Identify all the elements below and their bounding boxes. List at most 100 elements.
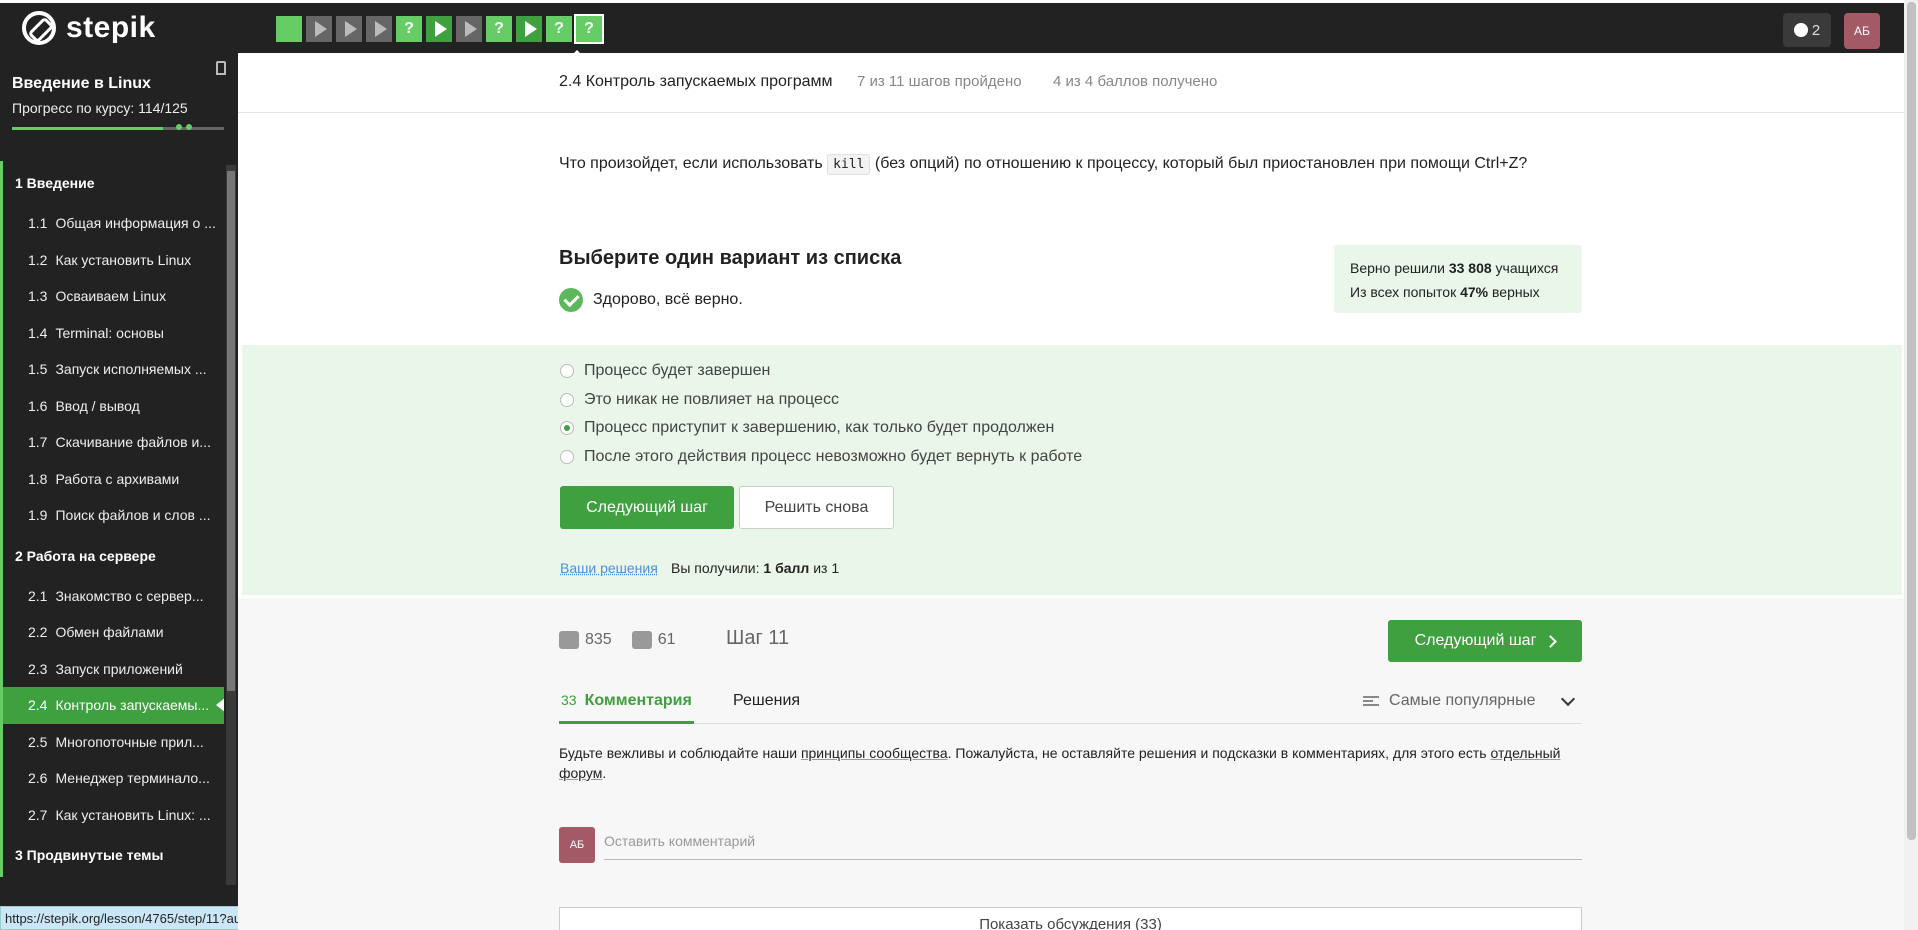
- lesson-header: 2.4 Контроль запускаемых программ 7 из 1…: [238, 53, 1904, 113]
- code-kill: kill: [827, 154, 870, 175]
- play-icon: [315, 21, 327, 37]
- option-1[interactable]: Процесс будет завершен: [560, 362, 770, 380]
- lesson-1-7[interactable]: 1.7 Скачивание файлов и...: [0, 424, 224, 461]
- course-progress-fill: [12, 127, 163, 130]
- play-icon: [465, 21, 477, 37]
- solve-again-button[interactable]: Решить снова: [739, 486, 894, 529]
- sidebar-scroll-thumb[interactable]: [227, 171, 235, 691]
- stats-line-1: Верно решили 33 808 учащихся: [1350, 256, 1566, 280]
- your-solutions-link[interactable]: Ваши решения: [560, 560, 658, 576]
- step-1[interactable]: [276, 16, 302, 42]
- lesson-1-3[interactable]: 1.3 Осваиваем Linux: [0, 278, 224, 315]
- lesson-1-2[interactable]: 1.2 Как установить Linux: [0, 242, 224, 279]
- lesson-points: 4 из 4 баллов получено: [1053, 73, 1217, 90]
- lesson-1-6[interactable]: 1.6 Ввод / вывод: [0, 388, 224, 425]
- option-2[interactable]: Это никак не повлияет на процесс: [560, 391, 839, 409]
- lesson-1-9[interactable]: 1.9 Поиск файлов и слов ...: [0, 497, 224, 534]
- sort-icon: [1363, 696, 1379, 706]
- feedback-correct: Здорово, всё верно.: [559, 288, 743, 312]
- comment-input[interactable]: Оставить комментарий: [604, 830, 1582, 860]
- lesson-2-1[interactable]: 2.1 Знакомство с сервер...: [0, 578, 224, 615]
- likes-count: 835: [585, 631, 612, 649]
- course-progress-label: Прогресс по курсу: 114/125: [12, 100, 188, 116]
- pin-icon[interactable]: [216, 61, 226, 75]
- lesson-1-1[interactable]: 1.1 Общая информация о ...: [0, 205, 224, 242]
- question-icon: ?: [494, 20, 504, 38]
- play-icon: [525, 21, 537, 37]
- step-label: Шаг 11: [726, 627, 789, 650]
- thumbs-up-icon[interactable]: [559, 631, 579, 649]
- reactions: 835 61: [559, 631, 676, 649]
- lesson-1-8[interactable]: 1.8 Работа с архивами: [0, 461, 224, 498]
- step-2[interactable]: [306, 16, 332, 42]
- course-progress-bar: [12, 127, 224, 130]
- tab-solutions[interactable]: Решения: [733, 692, 800, 710]
- lesson-2-6[interactable]: 2.6 Менеджер терминало...: [0, 760, 224, 797]
- play-icon: [345, 21, 357, 37]
- notifications-count: 2: [1812, 22, 1820, 39]
- radio-button[interactable]: [560, 450, 574, 464]
- step-8[interactable]: ?: [486, 16, 512, 42]
- question-icon: ?: [584, 20, 594, 38]
- step-3[interactable]: [336, 16, 362, 42]
- comments-count: 33: [561, 692, 577, 721]
- lesson-2-4-active[interactable]: 2.4 Контроль запускаемы...: [0, 687, 224, 724]
- answer-panel: Процесс будет завершен Это никак не повл…: [242, 345, 1902, 595]
- lesson-1-4[interactable]: 1.4 Terminal: основы: [0, 315, 224, 352]
- page-scroll-thumb[interactable]: [1907, 2, 1916, 840]
- step-navigation: ? ? ? ?: [276, 16, 602, 42]
- community-principles-link[interactable]: принципы сообщества: [801, 745, 948, 761]
- step-5[interactable]: ?: [396, 16, 422, 42]
- course-sidebar: Введение в Linux Прогресс по курсу: 114/…: [0, 53, 238, 930]
- community-rules: Будьте вежливы и соблюдайте наши принцип…: [559, 743, 1582, 783]
- step-6[interactable]: [426, 16, 452, 42]
- tab-comments[interactable]: 33 Комментария: [559, 692, 694, 724]
- step-9[interactable]: [516, 16, 542, 42]
- lesson-1-5[interactable]: 1.5 Запуск исполняемых ...: [0, 351, 224, 388]
- play-icon: [375, 21, 387, 37]
- chevron-right-icon: [1545, 635, 1558, 648]
- stepik-logo[interactable]: stepik: [22, 11, 156, 45]
- lesson-list: 1 Введение 1.1 Общая информация о ... 1.2…: [0, 161, 224, 877]
- show-discussion-button[interactable]: Показать обсуждения (33): [559, 907, 1582, 930]
- discussion-tabs: 33 Комментария Решения Самые популярные: [559, 680, 1582, 724]
- notification-icon: [1794, 23, 1808, 37]
- lesson-2-5[interactable]: 2.5 Многопоточные прил...: [0, 724, 224, 761]
- section-3[interactable]: 3 Продвинутые темы: [0, 833, 224, 877]
- lesson-steps-done: 7 из 11 шагов пройдено: [857, 73, 1022, 90]
- step-11-current[interactable]: ?: [576, 16, 602, 42]
- option-3[interactable]: Процесс приступит к завершению, как толь…: [560, 419, 1054, 437]
- course-title[interactable]: Введение в Linux: [12, 75, 151, 93]
- lesson-title: 2.4 Контроль запускаемых программ: [559, 73, 833, 91]
- step-7[interactable]: [456, 16, 482, 42]
- sort-dropdown[interactable]: Самые популярные: [1363, 692, 1573, 710]
- lesson-2-7[interactable]: 2.7 Как установить Linux: ...: [0, 797, 224, 834]
- radio-button[interactable]: [560, 393, 574, 407]
- lesson-2-2[interactable]: 2.2 Обмен файлами: [0, 614, 224, 651]
- question-icon: ?: [554, 20, 564, 38]
- next-step-button[interactable]: Следующий шаг: [560, 486, 734, 529]
- radio-button-checked[interactable]: [560, 421, 574, 435]
- top-navbar: stepik ? ? ? ? 2 АБ: [0, 0, 1918, 53]
- section-1[interactable]: 1 Введение: [0, 161, 224, 205]
- radio-button[interactable]: [560, 364, 574, 378]
- check-circle-icon: [559, 288, 583, 312]
- solve-stats: Верно решили 33 808 учащихся Из всех поп…: [1334, 245, 1582, 313]
- next-step-button-bottom[interactable]: Следующий шаг: [1388, 620, 1582, 662]
- stepik-logo-icon: [22, 11, 56, 45]
- dislikes-count: 61: [658, 631, 676, 649]
- thumbs-down-icon[interactable]: [632, 631, 652, 649]
- logo-text: stepik: [66, 11, 156, 45]
- user-avatar[interactable]: АБ: [1844, 13, 1880, 49]
- section-2[interactable]: 2 Работа на сервере: [0, 534, 224, 578]
- chevron-down-icon: [1561, 692, 1575, 706]
- choose-title: Выберите один вариант из списка: [559, 247, 901, 270]
- notifications-button[interactable]: 2: [1783, 13, 1831, 47]
- stats-line-2: Из всех попыток 47% верных: [1350, 280, 1566, 304]
- option-4[interactable]: После этого действия процесс невозможно …: [560, 448, 1082, 466]
- step-10[interactable]: ?: [546, 16, 572, 42]
- progress-dots: [176, 124, 192, 130]
- step-4[interactable]: [366, 16, 392, 42]
- lesson-2-3[interactable]: 2.3 Запуск приложений: [0, 651, 224, 688]
- question-text: Что произойдет, если использовать kill (…: [559, 155, 1527, 173]
